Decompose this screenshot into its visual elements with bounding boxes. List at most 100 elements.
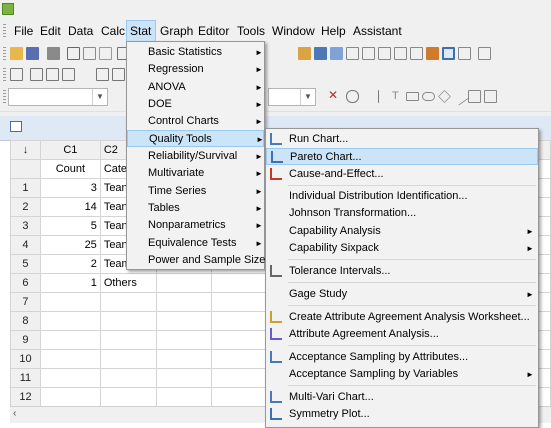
quality-menu-item-create-attribute-agreement-analysis-worksheet[interactable]: Create Attribute Agreement Analysis Work… — [266, 309, 538, 326]
menu-data[interactable]: Data — [65, 20, 96, 42]
menu-assistant[interactable]: Assistant — [350, 20, 405, 42]
cell-count[interactable] — [39, 330, 101, 350]
quality-menu-item-multi-vari-chart[interactable]: Multi-Vari Chart... — [266, 389, 538, 406]
row-header-name[interactable] — [10, 159, 41, 179]
cell-category[interactable] — [99, 292, 157, 312]
graph-element-dropdown[interactable]: ▼ — [8, 88, 108, 106]
cell-category[interactable] — [99, 349, 157, 369]
toolbar-grip-3[interactable] — [3, 90, 6, 104]
cell[interactable] — [211, 368, 269, 388]
cell[interactable] — [211, 349, 269, 369]
stat-menu-item-power-and-sample-size[interactable]: Power and Sample Size — [127, 252, 265, 269]
stat-menu-item-doe[interactable]: DOE ► — [127, 96, 264, 113]
stat-menu-item-reliability-survival[interactable]: Reliability/Survival ► — [127, 148, 264, 165]
history-icon[interactable] — [362, 47, 375, 60]
cell[interactable] — [211, 292, 269, 312]
cell[interactable] — [211, 273, 269, 293]
marker-icon[interactable] — [438, 90, 451, 103]
menubar-grip[interactable] — [3, 24, 6, 38]
cell-count[interactable]: 3 — [39, 178, 101, 198]
cascade-icon[interactable] — [478, 47, 491, 60]
cell-count[interactable]: 1 — [39, 273, 101, 293]
graphs-icon[interactable] — [330, 47, 343, 60]
menu-stat[interactable]: Stat — [126, 20, 156, 42]
select-icon[interactable] — [378, 90, 391, 103]
column-name-c1[interactable]: Count — [39, 159, 101, 179]
text-tool-icon[interactable]: T — [392, 90, 405, 103]
cell[interactable] — [155, 387, 213, 407]
cell-category[interactable] — [99, 368, 157, 388]
row-number[interactable]: 1 — [10, 178, 41, 198]
ellipse-icon[interactable] — [422, 92, 435, 101]
zoom-icon[interactable] — [346, 90, 359, 103]
layout-icon[interactable] — [442, 47, 455, 60]
polygon-icon[interactable] — [468, 90, 481, 103]
quality-menu-item-individual-distribution-identification[interactable]: Individual Distribution Identification..… — [266, 188, 538, 205]
quality-menu-item-capability-analysis[interactable]: Capability Analysis ► — [266, 223, 538, 240]
paste-icon[interactable] — [99, 47, 112, 60]
quality-menu-item-run-chart[interactable]: Run Chart... — [266, 131, 538, 148]
quality-menu-item-johnson-transformation[interactable]: Johnson Transformation... — [266, 205, 538, 222]
menu-window[interactable]: Window — [269, 20, 318, 42]
quality-menu-item-attribute-agreement-analysis[interactable]: Attribute Agreement Analysis... — [266, 326, 538, 343]
print-icon[interactable] — [47, 47, 60, 60]
stat-menu-item-regression[interactable]: Regression ► — [127, 61, 264, 78]
new-sheet-icon[interactable] — [394, 47, 407, 60]
insert-rows-icon[interactable] — [30, 68, 43, 81]
worksheet-icon[interactable] — [314, 47, 327, 60]
save-icon[interactable] — [26, 47, 39, 60]
row-number[interactable]: 8 — [10, 311, 41, 331]
quality-menu-item-pareto-chart[interactable]: Pareto Chart... — [266, 148, 538, 165]
annotation-dropdown[interactable]: ▼ — [268, 88, 316, 106]
column-header-c1[interactable]: C1 — [39, 140, 101, 160]
insert-columns-icon[interactable] — [46, 68, 59, 81]
delete-icon[interactable]: ✕ — [328, 89, 340, 102]
cell[interactable] — [155, 311, 213, 331]
cell-category[interactable]: Others — [99, 273, 157, 293]
scroll-left-icon[interactable]: ‹ — [13, 408, 16, 419]
brush-icon[interactable] — [96, 68, 109, 81]
menu-editor[interactable]: Editor — [195, 20, 232, 42]
quality-menu-item-acceptance-sampling-by-attributes[interactable]: Acceptance Sampling by Attributes... — [266, 349, 538, 366]
cell[interactable] — [155, 273, 213, 293]
row-number[interactable]: 11 — [10, 368, 41, 388]
line-icon[interactable] — [451, 87, 470, 106]
quality-menu-item-acceptance-sampling-by-variables[interactable]: Acceptance Sampling by Variables ► — [266, 366, 538, 383]
stat-menu-item-nonparametrics[interactable]: Nonparametrics ► — [127, 217, 264, 234]
row-header-corner[interactable]: ↓ — [10, 140, 41, 160]
cell-category[interactable] — [99, 387, 157, 407]
stat-menu-item-basic-statistics[interactable]: Basic Statistics ► — [127, 44, 264, 61]
stat-menu-item-time-series[interactable]: Time Series ► — [127, 183, 264, 200]
cell[interactable] — [211, 387, 269, 407]
quality-menu-item-symmetry-plot[interactable]: Symmetry Plot... — [266, 406, 538, 423]
cell-count[interactable]: 14 — [39, 197, 101, 217]
cell[interactable] — [211, 311, 269, 331]
cell-count[interactable]: 25 — [39, 235, 101, 255]
stat-menu-item-anova[interactable]: ANOVA ► — [127, 79, 264, 96]
data-display-icon[interactable] — [112, 68, 125, 81]
quality-menu-item-tolerance-intervals[interactable]: Tolerance Intervals... — [266, 263, 538, 280]
tile-icon[interactable] — [458, 47, 471, 60]
stat-menu-item-quality-tools[interactable]: Quality Tools ► — [127, 130, 264, 147]
stat-menu-item-equivalence-tests[interactable]: Equivalence Tests ► — [127, 235, 264, 252]
project-manager-icon[interactable] — [378, 47, 391, 60]
session-icon[interactable] — [298, 47, 311, 60]
cell-count[interactable] — [39, 387, 101, 407]
cell-category[interactable] — [99, 311, 157, 331]
row-number[interactable]: 2 — [10, 197, 41, 217]
cut-icon[interactable] — [67, 47, 80, 60]
menu-help[interactable]: Help — [318, 20, 349, 42]
menu-tools[interactable]: Tools — [234, 20, 268, 42]
cell-count[interactable] — [39, 349, 101, 369]
cell-count[interactable] — [39, 292, 101, 312]
rectangle-icon[interactable] — [406, 92, 419, 101]
cell-count[interactable] — [39, 368, 101, 388]
quality-menu-item-capability-sixpack[interactable]: Capability Sixpack ► — [266, 240, 538, 257]
move-columns-icon[interactable] — [62, 68, 75, 81]
cell-count[interactable] — [39, 311, 101, 331]
cell[interactable] — [155, 292, 213, 312]
stat-menu-item-tables[interactable]: Tables ► — [127, 200, 264, 217]
cell[interactable] — [155, 349, 213, 369]
cell-category[interactable] — [99, 330, 157, 350]
row-number[interactable]: 4 — [10, 235, 41, 255]
